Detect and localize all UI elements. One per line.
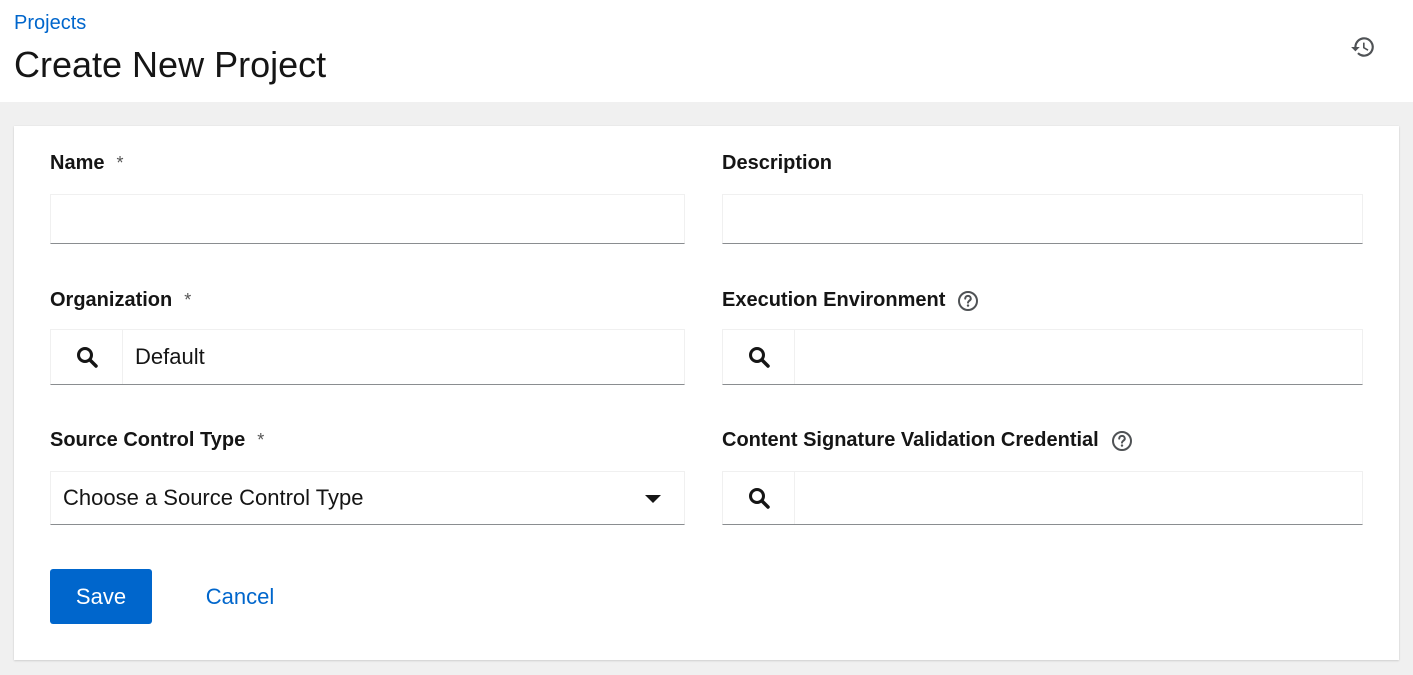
required-asterisk: * bbox=[116, 153, 124, 173]
page-header: Projects Create New Project bbox=[0, 0, 1413, 102]
execution-environment-help-icon[interactable] bbox=[957, 290, 979, 312]
search-icon bbox=[748, 347, 770, 368]
execution-environment-input[interactable] bbox=[795, 330, 1362, 384]
execution-environment-search-button[interactable] bbox=[723, 330, 795, 384]
source-control-type-select[interactable]: Choose a Source Control Type bbox=[50, 471, 685, 525]
history-icon bbox=[1351, 37, 1374, 57]
name-label: Name * bbox=[50, 152, 124, 175]
search-icon bbox=[748, 488, 770, 509]
content-signature-label: Content Signature Validation Credential bbox=[722, 429, 1133, 452]
search-icon bbox=[76, 347, 98, 368]
source-control-type-label-text: Source Control Type bbox=[50, 429, 246, 451]
organization-search-button[interactable] bbox=[51, 330, 123, 384]
content-signature-lookup bbox=[722, 471, 1363, 525]
source-control-type-label: Source Control Type * bbox=[50, 429, 264, 452]
question-circle-icon bbox=[1111, 430, 1132, 451]
required-asterisk: * bbox=[257, 430, 265, 450]
project-form-card: Name * Description Organization * Defaul… bbox=[14, 126, 1399, 660]
organization-label: Organization * bbox=[50, 289, 191, 312]
save-button[interactable]: Save bbox=[50, 569, 152, 624]
organization-label-text: Organization bbox=[50, 289, 173, 311]
source-control-type-value: Choose a Source Control Type bbox=[63, 485, 364, 510]
organization-lookup: Default bbox=[50, 329, 685, 385]
content-signature-input[interactable] bbox=[795, 472, 1362, 524]
history-button[interactable] bbox=[1348, 32, 1378, 62]
execution-environment-label-text: Execution Environment bbox=[722, 289, 946, 311]
content-signature-search-button[interactable] bbox=[723, 472, 795, 524]
name-label-text: Name bbox=[50, 152, 105, 174]
required-asterisk: * bbox=[184, 290, 192, 310]
question-circle-icon bbox=[958, 290, 979, 311]
execution-environment-label: Execution Environment bbox=[722, 289, 979, 312]
page-title: Create New Project bbox=[14, 44, 327, 85]
content-signature-label-text: Content Signature Validation Credential bbox=[722, 429, 1099, 451]
content-signature-help-icon[interactable] bbox=[1111, 430, 1133, 452]
name-input[interactable] bbox=[50, 194, 685, 244]
description-input[interactable] bbox=[722, 194, 1363, 244]
breadcrumb-projects-link[interactable]: Projects bbox=[14, 12, 86, 35]
cancel-button[interactable]: Cancel bbox=[190, 569, 290, 624]
description-label: Description bbox=[722, 152, 832, 175]
organization-input[interactable]: Default bbox=[123, 330, 684, 384]
description-label-text: Description bbox=[722, 152, 833, 174]
execution-environment-lookup bbox=[722, 329, 1363, 385]
caret-down-icon bbox=[645, 495, 661, 503]
